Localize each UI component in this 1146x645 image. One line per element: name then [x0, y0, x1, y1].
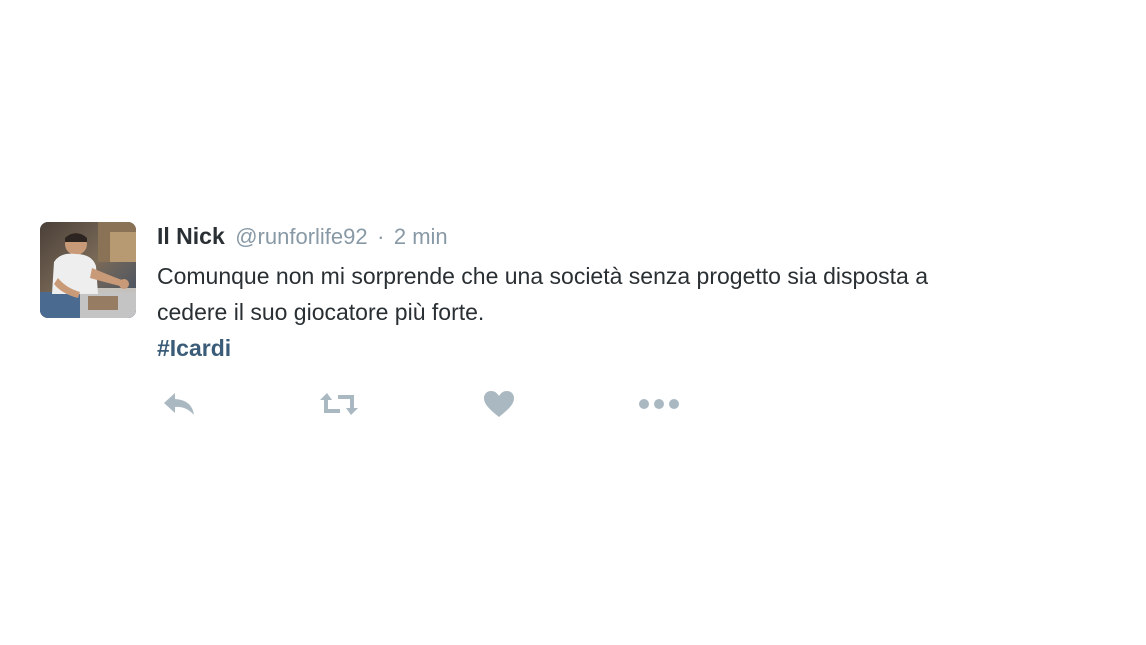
tweet-text: Comunque non mi sorprende che una societ… — [157, 258, 1127, 366]
author-username[interactable]: @runforlife92 — [235, 224, 367, 249]
heart-icon — [484, 391, 514, 417]
more-button[interactable] — [637, 384, 681, 424]
hashtag-symbol: # — [157, 335, 170, 361]
more-dots-icon — [639, 399, 679, 409]
retweet-icon — [320, 393, 358, 415]
like-button[interactable] — [477, 384, 521, 424]
tweet-text-line-2: cedere il suo giocatore più forte. — [157, 299, 485, 325]
tweet-timestamp[interactable]: 2 min — [394, 224, 448, 249]
reply-button[interactable] — [157, 384, 201, 424]
tweet-text-line-1: Comunque non mi sorprende che una societ… — [157, 263, 928, 289]
hashtag-link[interactable]: #Icardi — [157, 330, 231, 366]
avatar-photo — [40, 222, 136, 318]
tweet-header: Il Nick @runforlife92 · 2 min — [157, 222, 1130, 250]
avatar[interactable] — [40, 222, 136, 318]
tweet-content: Il Nick @runforlife92 · 2 min Comunque n… — [157, 222, 1130, 424]
hashtag-text: Icardi — [169, 335, 232, 361]
retweet-button[interactable] — [317, 384, 361, 424]
author-full-name[interactable]: Il Nick — [157, 223, 225, 249]
header-separator: · — [377, 224, 385, 249]
tweet-actions — [157, 384, 1130, 424]
reply-icon — [164, 393, 194, 415]
